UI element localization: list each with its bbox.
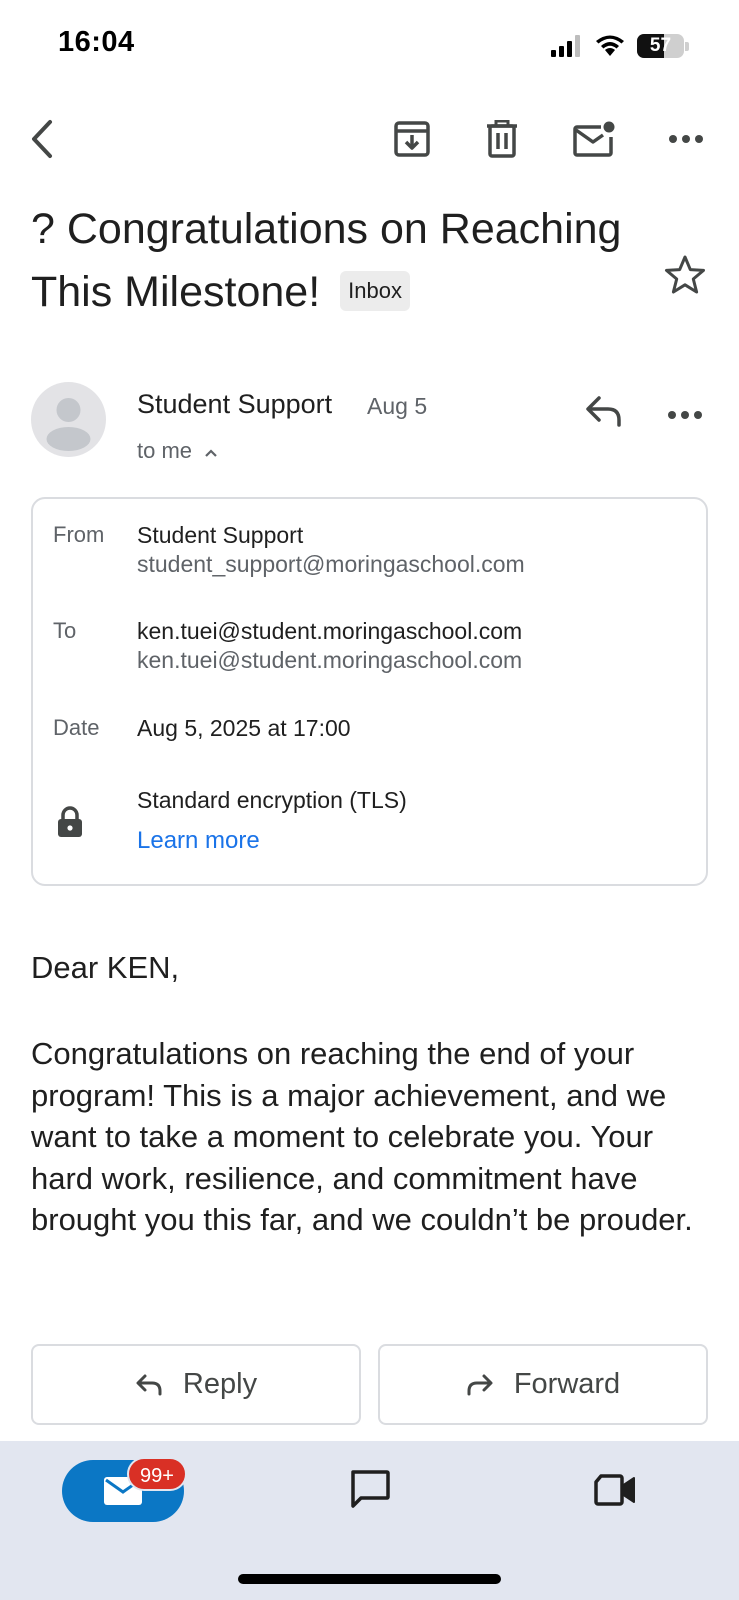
person-icon: [46, 398, 91, 451]
date-label: Date: [53, 715, 100, 740]
sender-avatar[interactable]: [31, 382, 106, 457]
subject-title: ? Congratulations on Reaching This Miles…: [31, 205, 622, 316]
from-email[interactable]: student_support@moringaschool.com: [137, 551, 525, 578]
more-options-button[interactable]: [663, 116, 709, 162]
reply-icon: [136, 1374, 162, 1395]
star-button[interactable]: [664, 254, 706, 296]
learn-more-link[interactable]: Learn more: [137, 827, 260, 855]
sender-name: Student Support: [137, 389, 333, 419]
email-subject: ? Congratulations on Reaching This Miles…: [31, 198, 631, 324]
chevron-up-icon: [205, 449, 217, 457]
encryption-status: Standard encryption (TLS): [137, 787, 407, 813]
archive-icon: [394, 121, 430, 157]
to-email[interactable]: ken.tuei@student.moringaschool.com: [137, 647, 522, 674]
cellular-signal-icon: [551, 35, 580, 57]
battery-percent: 57: [649, 35, 672, 56]
trash-icon: [487, 120, 517, 158]
email-greeting: Dear KEN,: [31, 950, 180, 985]
mark-unread-button[interactable]: [571, 116, 617, 162]
reply-quick-button[interactable]: [584, 392, 624, 432]
forward-button[interactable]: Forward: [378, 1344, 708, 1425]
sender-date: Aug 5: [367, 393, 428, 419]
forward-button-label: Forward: [513, 1368, 621, 1400]
lock-icon-wrap: [57, 806, 83, 843]
to-label: To: [53, 618, 77, 643]
status-time: 16:04: [58, 26, 135, 58]
home-indicator[interactable]: [238, 1574, 501, 1584]
date-value: Aug 5, 2025 at 17:00: [137, 715, 351, 741]
recipient-summary: to me: [137, 438, 193, 463]
from-name: Student Support: [137, 522, 304, 548]
email-body-paragraph: Congratulations on reaching the end of y…: [31, 1036, 693, 1237]
battery-indicator: 57: [637, 34, 684, 58]
back-button[interactable]: [20, 116, 66, 162]
lock-icon: [58, 806, 82, 837]
back-icon: [32, 120, 52, 158]
inbox-label-badge[interactable]: Inbox: [340, 270, 410, 311]
nav-chat-tab[interactable]: [349, 1469, 391, 1514]
forward-icon: [467, 1374, 493, 1395]
from-label: From: [53, 522, 105, 547]
reply-button-label: Reply: [182, 1368, 258, 1400]
mark-unread-icon: [573, 121, 615, 157]
video-icon: [594, 1474, 635, 1506]
recipient-toggle[interactable]: to me: [137, 438, 218, 464]
delete-button[interactable]: [479, 116, 525, 162]
more-icon: [669, 135, 703, 143]
message-more-button[interactable]: [668, 407, 702, 419]
reply-button[interactable]: Reply: [31, 1344, 361, 1425]
star-icon: [665, 255, 705, 294]
reply-icon: [586, 396, 621, 427]
nav-meet-tab[interactable]: [594, 1474, 636, 1511]
unread-count-badge: 99+: [127, 1457, 187, 1491]
chat-icon: [351, 1470, 390, 1508]
archive-button[interactable]: [389, 116, 435, 162]
more-icon: [668, 411, 702, 419]
to-name: ken.tuei@student.moringaschool.com: [137, 618, 523, 644]
status-icons: 57: [551, 31, 689, 61]
wifi-icon: [596, 35, 624, 56]
